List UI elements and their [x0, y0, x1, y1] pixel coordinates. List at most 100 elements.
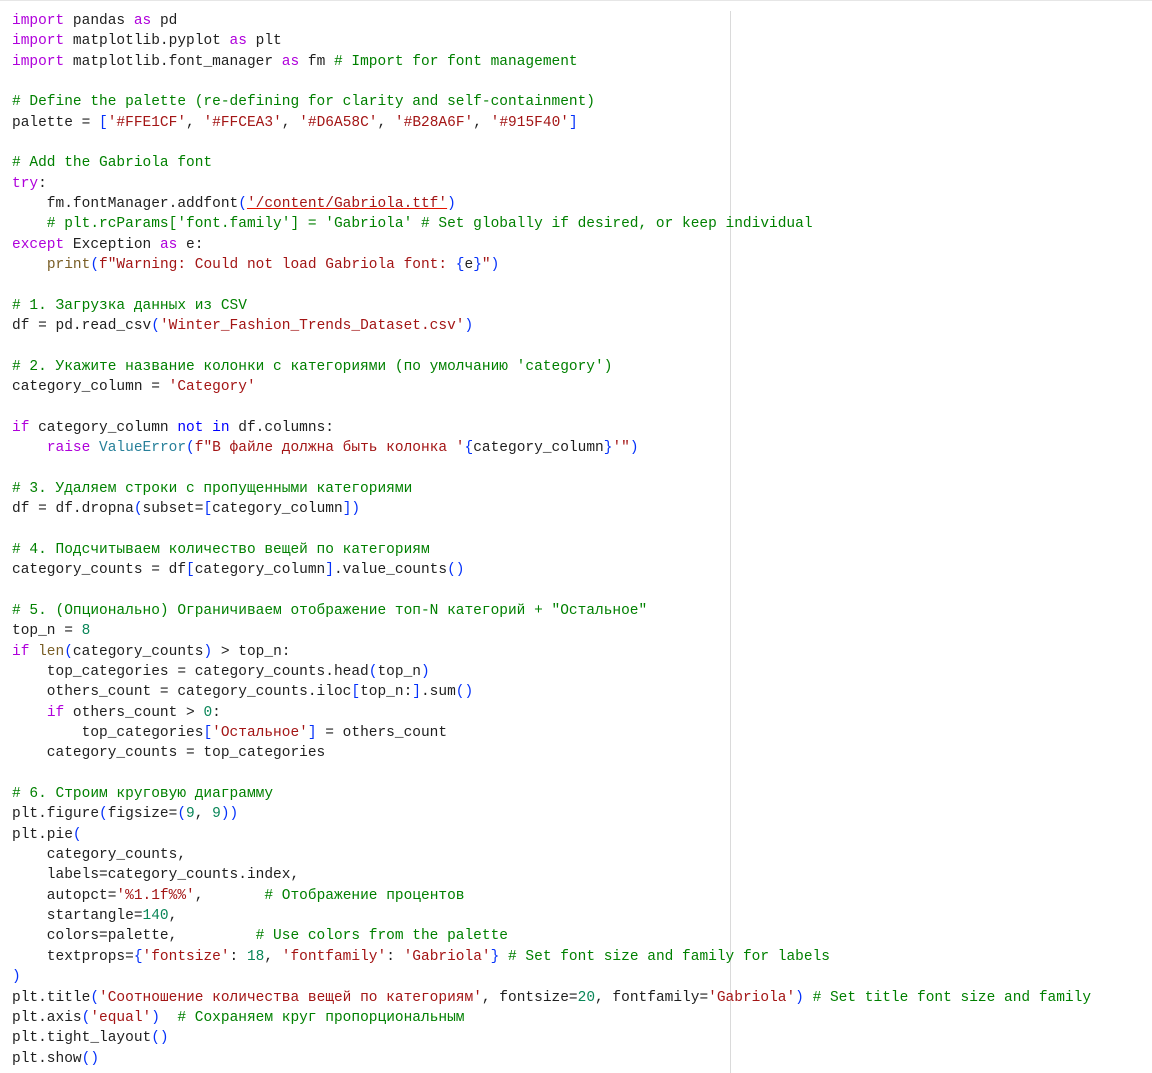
code-token: ()	[151, 1030, 169, 1047]
code-token: '#B28A6F'	[394, 114, 474, 131]
code-line[interactable]: ​	[12, 520, 1091, 540]
code-line[interactable]: autopct='%1.1f%%', # Отображение процент…	[12, 886, 1091, 906]
code-token: subset=	[142, 501, 204, 518]
code-line[interactable]: # 5. (Опционально) Ограничиваем отображе…	[12, 601, 1091, 621]
code-token: 'fontsize'	[142, 948, 230, 965]
code-token: category_column	[29, 419, 178, 436]
code-line[interactable]: textprops={'fontsize': 18, 'fontfamily':…	[12, 947, 1091, 967]
code-token: as	[229, 33, 247, 50]
code-token: (	[72, 826, 82, 843]
code-line[interactable]: ​	[12, 275, 1091, 295]
code-token: f"Warning: Could not load Gabriola font:	[99, 257, 456, 274]
code-line[interactable]: ​	[12, 581, 1091, 601]
code-line[interactable]: if others_count > 0:	[12, 703, 1091, 723]
code-line[interactable]: df = pd.read_csv('Winter_Fashion_Trends_…	[12, 316, 1091, 336]
code-line[interactable]: ​	[12, 337, 1091, 357]
code-token: (	[177, 806, 187, 823]
code-line[interactable]: plt.pie(	[12, 825, 1091, 845]
code-line[interactable]: ​	[12, 764, 1091, 784]
code-token: 18	[246, 948, 265, 965]
code-token: plt.show	[12, 1050, 82, 1067]
code-token: '#915F40'	[490, 114, 569, 131]
code-token: import	[12, 53, 65, 70]
code-token: ]	[568, 114, 578, 131]
code-editor[interactable]: import pandas as pd import matplotlib.pyp…	[0, 0, 1152, 1073]
code-token: category_counts = df	[12, 562, 187, 579]
code-line[interactable]: if len(category_counts) > top_n:	[12, 642, 1091, 662]
code-line[interactable]: import matplotlib.pyplot as plt	[12, 31, 1091, 51]
code-line[interactable]: raise ValueError(f"В файле должна быть к…	[12, 438, 1091, 458]
code-token: ])	[342, 501, 361, 518]
code-line[interactable]: colors=palette, # Use colors from the pa…	[12, 926, 1091, 946]
code-token: autopct=	[12, 887, 117, 904]
code-token: as	[281, 53, 300, 70]
code-token: {	[455, 257, 465, 274]
code-token: 140	[142, 908, 169, 925]
code-line[interactable]: top_categories = category_counts.head(to…	[12, 662, 1091, 682]
code-line[interactable]: try:	[12, 174, 1091, 194]
code-line[interactable]: # Define the palette (re-defining for cl…	[12, 92, 1091, 112]
code-line[interactable]: labels=category_counts.index,	[12, 865, 1091, 885]
code-line[interactable]: plt.axis('equal') # Сохраняем круг пропо…	[12, 1008, 1091, 1028]
code-line[interactable]: others_count = category_counts.iloc[top_…	[12, 682, 1091, 702]
code-line[interactable]: ​	[12, 72, 1091, 92]
code-line[interactable]: plt.title('Соотношение количества вещей …	[12, 988, 1091, 1008]
code-token: (	[99, 806, 108, 823]
code-line[interactable]: top_n = 8	[12, 621, 1091, 641]
code-line[interactable]: startangle=140,	[12, 906, 1091, 926]
code-line[interactable]: import pandas as pd	[12, 11, 1091, 31]
code-token: [	[203, 501, 213, 518]
code-token: {	[133, 948, 143, 965]
code-token: plt	[246, 33, 282, 50]
code-token: # 3. Удаляем строки с пропущенными катег…	[12, 480, 413, 497]
code-line[interactable]: # 1. Загрузка данных из CSV	[12, 296, 1091, 316]
code-line[interactable]: ​	[12, 398, 1091, 418]
code-line[interactable]: # 4. Подсчитываем количество вещей по ка…	[12, 540, 1091, 560]
code-token: ValueError	[99, 440, 187, 457]
code-token: 'Gabriola'	[708, 989, 796, 1006]
code-token: (	[90, 257, 100, 274]
code-token: df = pd.read_csv	[12, 318, 152, 335]
code-token: 'fontfamily'	[281, 948, 387, 965]
code-token: )	[420, 664, 430, 680]
code-token: plt.figure	[12, 806, 100, 823]
code-line[interactable]: category_column = 'Category'	[12, 377, 1091, 397]
code-line[interactable]: plt.tight_layout()	[12, 1028, 1091, 1048]
code-line[interactable]: plt.show()	[12, 1049, 1091, 1069]
code-token: if	[12, 643, 30, 660]
code-line[interactable]: fm.fontManager.addfont('/content/Gabriol…	[12, 194, 1091, 214]
code-line[interactable]: # 6. Строим круговую диаграмму	[12, 784, 1091, 804]
code-line[interactable]: # 2. Укажите название колонки с категори…	[12, 357, 1091, 377]
code-line[interactable]: category_counts = top_categories	[12, 743, 1091, 763]
code-line[interactable]: if category_column not in df.columns:	[12, 418, 1091, 438]
code-token: category_column =	[12, 379, 169, 396]
code-line[interactable]: import matplotlib.font_manager as fm # I…	[12, 52, 1091, 72]
code-token: (	[238, 196, 247, 213]
code-line[interactable]: plt.figure(figsize=(9, 9))	[12, 804, 1091, 824]
code-line[interactable]: top_categories['Остальное'] = others_cou…	[12, 723, 1091, 743]
code-line[interactable]: ​	[12, 459, 1091, 479]
code-line[interactable]: category_counts = df[category_column].va…	[12, 560, 1091, 580]
code-token: ()	[455, 684, 474, 701]
code-line[interactable]: print(f"Warning: Could not load Gabriola…	[12, 255, 1091, 275]
code-line[interactable]: except Exception as e:	[12, 235, 1091, 255]
code-line[interactable]: # Add the Gabriola font	[12, 153, 1091, 173]
code-line[interactable]: category_counts,	[12, 845, 1091, 865]
code-token: # Import for font management	[333, 53, 578, 70]
code-token: # Define the palette (re-defining for cl…	[12, 94, 595, 111]
code-token: , fontfamily=	[595, 989, 709, 1006]
code-token: )	[151, 1009, 160, 1026]
code-token: :	[38, 175, 47, 192]
code-token: as	[159, 236, 178, 253]
code-line[interactable]: palette = ['#FFE1CF', '#FFCEA3', '#D6A58…	[12, 113, 1091, 133]
code-line[interactable]: )	[12, 967, 1091, 987]
code-line[interactable]: # 3. Удаляем строки с пропущенными катег…	[12, 479, 1091, 499]
code-line[interactable]: # plt.rcParams['font.family'] = 'Gabriol…	[12, 214, 1091, 234]
code-content[interactable]: import pandas as pd import matplotlib.pyp…	[12, 11, 1091, 1069]
code-line[interactable]: df = df.dropna(subset=[category_column])	[12, 499, 1091, 519]
code-line[interactable]: ​	[12, 133, 1091, 153]
code-token: 'Winter_Fashion_Trends_Dataset.csv'	[159, 318, 465, 335]
